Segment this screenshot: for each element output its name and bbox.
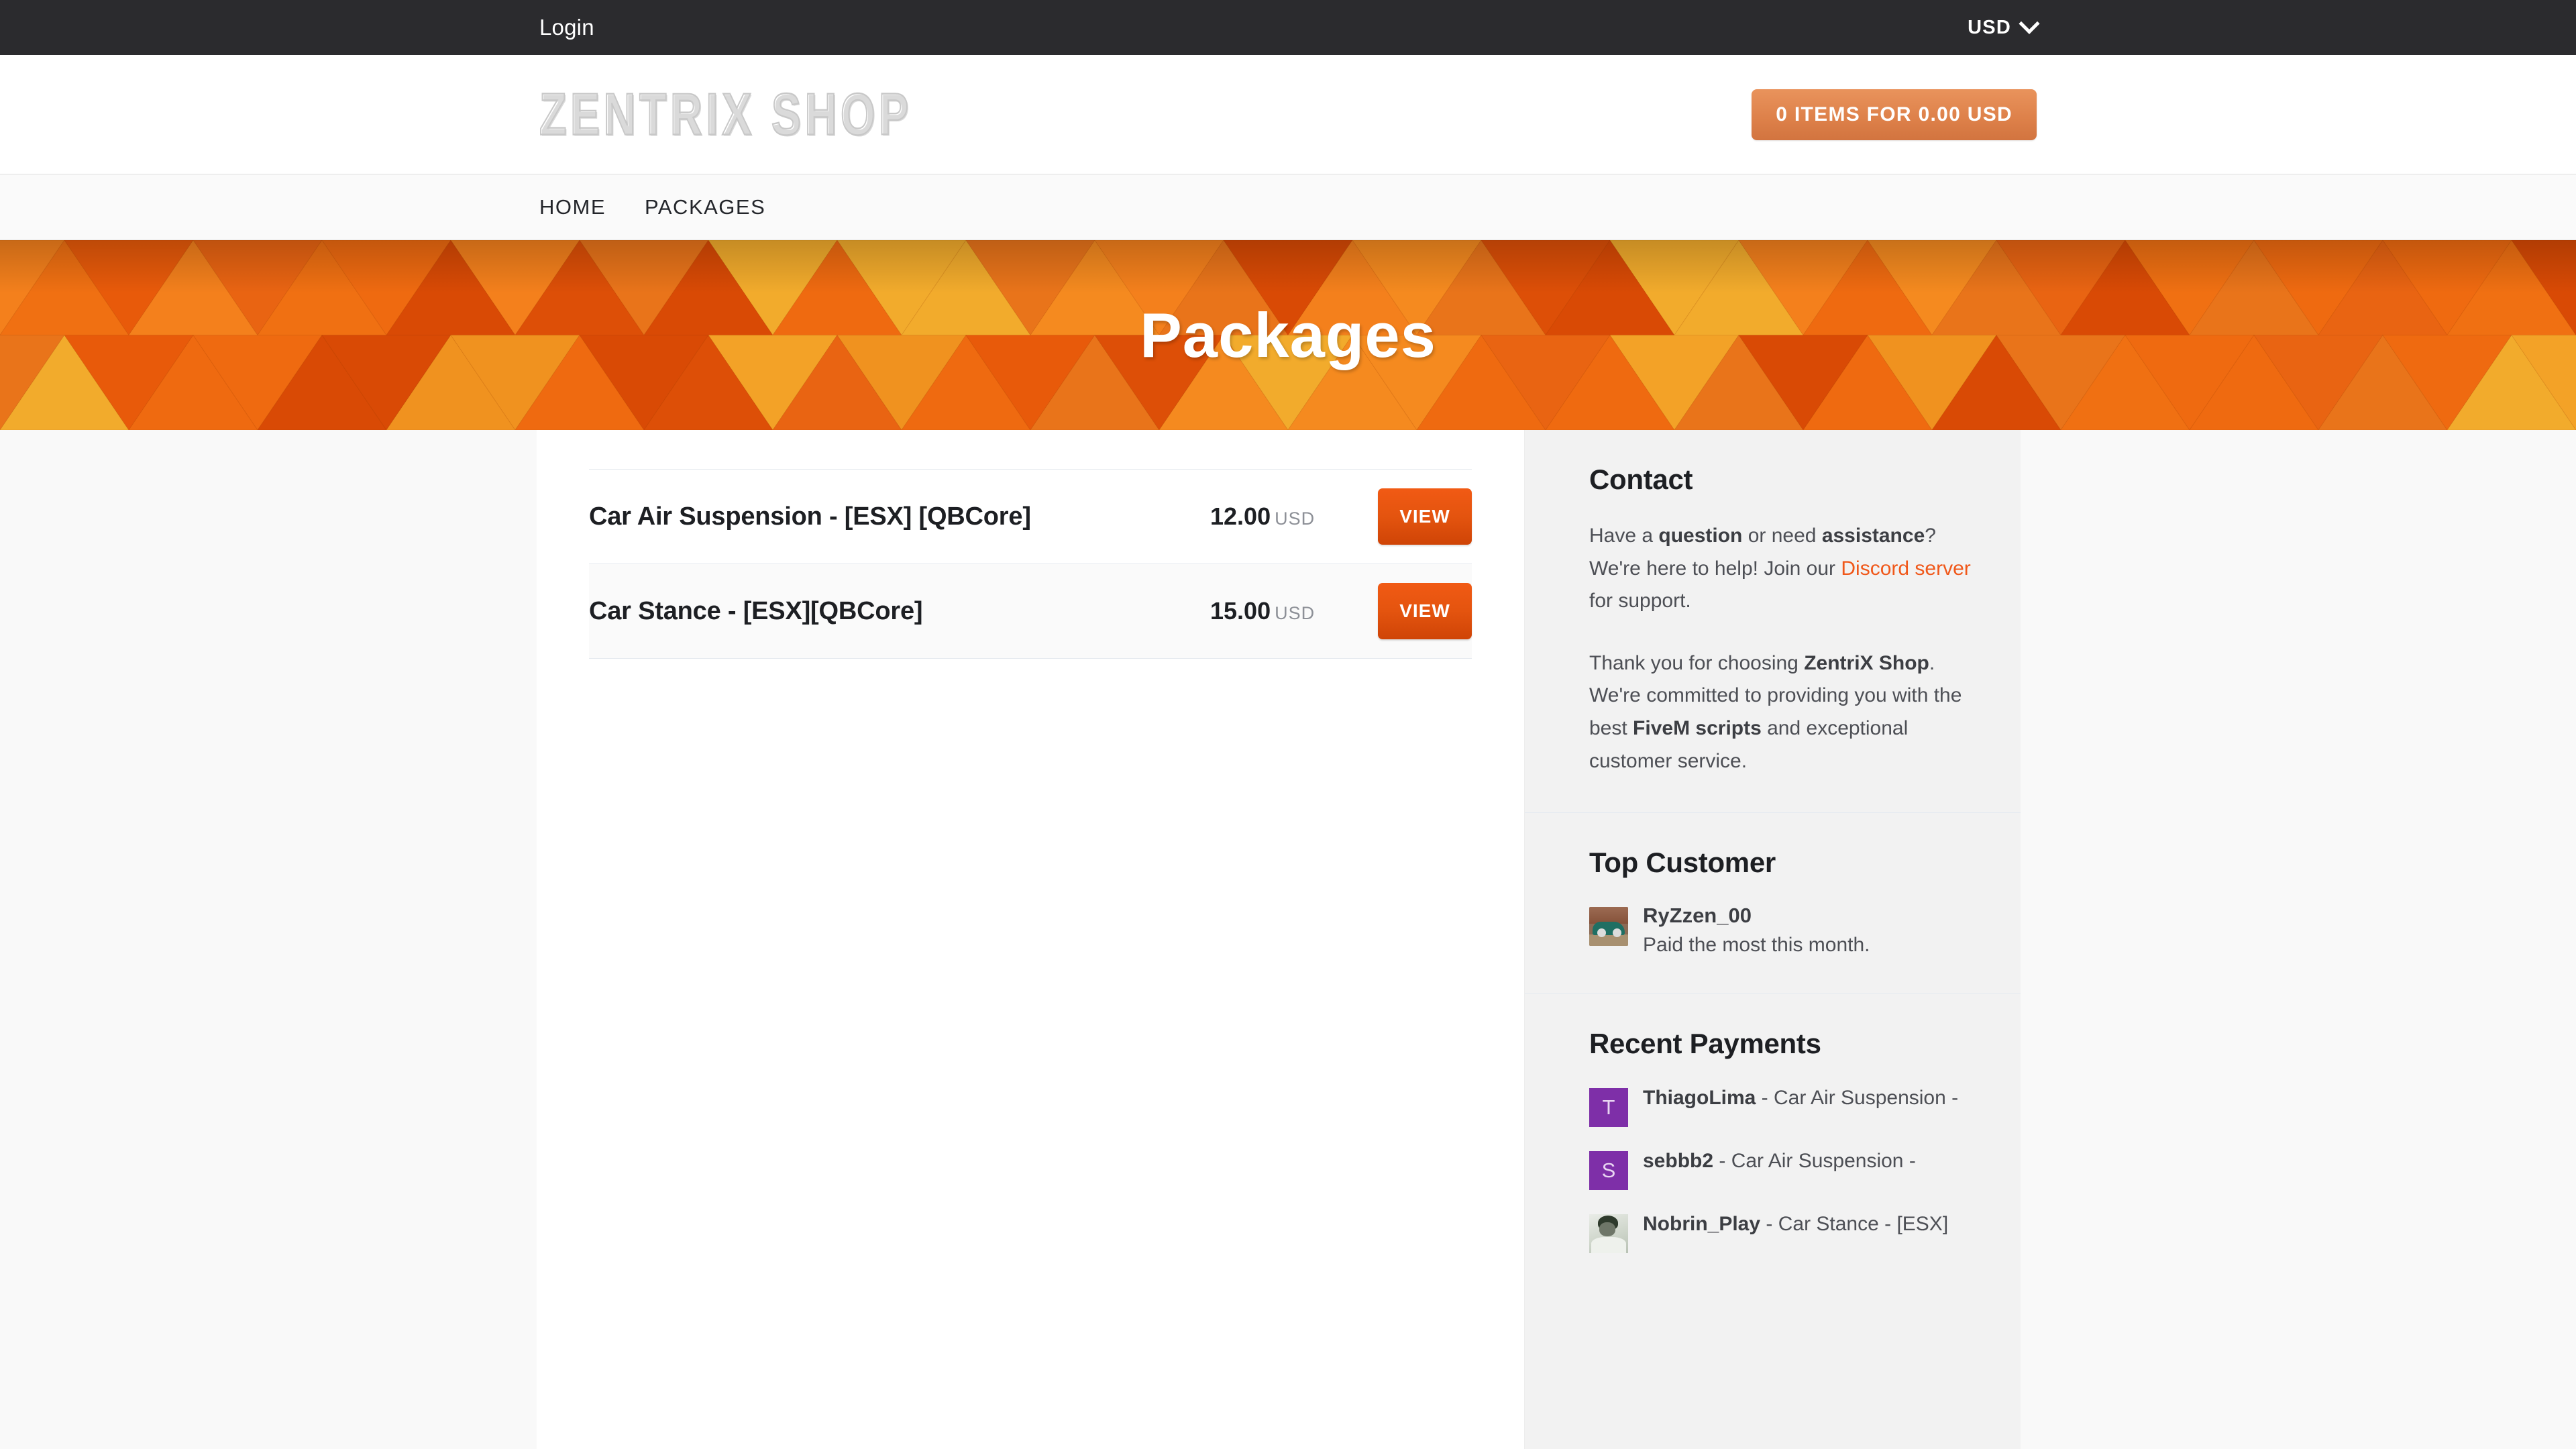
payment-description: Nobrin_Play - Car Stance - [ESX] — [1643, 1210, 1948, 1238]
currency-selector-label: USD — [1968, 16, 2011, 38]
top-customer-subtitle: Paid the most this month. — [1643, 933, 1870, 956]
payment-description: ThiagoLima - Car Air Suspension - — [1643, 1084, 1958, 1112]
payment-item-name: - Car Stance - [ESX] — [1760, 1213, 1949, 1236]
package-price: 15.00 USD — [1210, 597, 1378, 625]
nav-item-packages[interactable]: PACKAGES — [645, 195, 765, 219]
payment-avatar-initial-icon: S — [1589, 1151, 1628, 1191]
package-price-value: 12.00 — [1210, 502, 1271, 530]
package-price-currency: USD — [1275, 603, 1316, 623]
table-row[interactable]: Car Air Suspension - [ESX] [QBCore] 12.0… — [589, 470, 1472, 564]
avatar-body — [1591, 1237, 1626, 1254]
nav-item-home[interactable]: HOME — [539, 195, 606, 219]
view-button[interactable]: VIEW — [1378, 488, 1472, 545]
payment-user-name: Nobrin_Play — [1643, 1213, 1761, 1236]
main-navigation-inner: HOME PACKAGES — [537, 195, 2039, 219]
contact-heading: Contact — [1589, 464, 1693, 495]
chevron-down-icon — [2019, 13, 2040, 34]
avatar-wheel — [1597, 928, 1606, 938]
main-content: Car Air Suspension - [ESX] [QBCore] 12.0… — [537, 430, 1524, 1449]
top-customer-info: RyZzen_00 Paid the most this month. — [1643, 903, 1870, 959]
page-body: Car Air Suspension - [ESX] [QBCore] 12.0… — [0, 430, 2576, 1449]
sidebar-section-recent-payments: Recent Payments T ThiagoLima - Car Air S… — [1525, 994, 2021, 1288]
contact-paragraph-1: Have a question or need assistance? We'r… — [1589, 520, 1972, 618]
avatar-face — [1599, 1222, 1616, 1236]
discord-server-link[interactable]: Discord server — [1841, 557, 1970, 580]
list-item: S sebbb2 - Car Air Suspension - — [1589, 1147, 1972, 1191]
payment-avatar-photo-icon — [1589, 1214, 1628, 1254]
avatar-ground — [1589, 934, 1628, 947]
top-customer-row: RyZzen_00 Paid the most this month. — [1589, 903, 1972, 959]
contact-bold-question: question — [1658, 525, 1743, 547]
top-utility-bar: Login USD — [0, 0, 2576, 55]
currency-selector[interactable]: USD — [1968, 13, 2040, 39]
list-item: Nobrin_Play - Car Stance - [ESX] — [1589, 1210, 1972, 1254]
list-item: T ThiagoLima - Car Air Suspension - — [1589, 1084, 1972, 1128]
contact-text: for support. — [1589, 590, 1691, 612]
cart-button[interactable]: 0 ITEMS FOR 0.00 USD — [1752, 89, 2037, 140]
login-link[interactable]: Login — [539, 15, 594, 40]
hero-banner: Packages — [0, 240, 2576, 430]
customer-avatar-photo-icon — [1589, 907, 1628, 947]
contact-bold-brand: ZentriX Shop — [1804, 651, 1929, 674]
view-button[interactable]: VIEW — [1378, 583, 1472, 639]
table-row[interactable]: Car Stance - [ESX][QBCore] 15.00 USD VIEW — [589, 564, 1472, 659]
payment-item-name: - Car Air Suspension - — [1756, 1087, 1959, 1110]
recent-payments-heading: Recent Payments — [1589, 1028, 1821, 1060]
payment-avatar-initial-icon: T — [1589, 1088, 1628, 1128]
site-logo[interactable]: ZENTRIX SHOP — [539, 80, 912, 148]
payment-item-name: - Car Air Suspension - — [1713, 1150, 1916, 1173]
sidebar: Contact Have a question or need assistan… — [1524, 430, 2021, 1449]
contact-bold-assistance: assistance — [1821, 525, 1925, 547]
top-customer-heading: Top Customer — [1589, 847, 1776, 879]
contact-text: Thank you for choosing — [1589, 651, 1805, 674]
sidebar-section-contact: Contact Have a question or need assistan… — [1525, 430, 2021, 812]
package-name: Car Air Suspension - [ESX] [QBCore] — [589, 502, 1031, 531]
site-header: ZENTRIX SHOP 0 ITEMS FOR 0.00 USD — [0, 55, 2576, 174]
contact-text: or need — [1742, 525, 1822, 547]
top-customer-name: RyZzen_00 — [1643, 904, 1752, 928]
payment-user-name: sebbb2 — [1643, 1150, 1714, 1173]
package-price-currency: USD — [1275, 508, 1316, 529]
contact-paragraph-2: Thank you for choosing ZentriX Shop. We'… — [1589, 647, 1972, 777]
site-header-inner: ZENTRIX SHOP 0 ITEMS FOR 0.00 USD — [537, 80, 2039, 148]
payment-description: sebbb2 - Car Air Suspension - — [1643, 1147, 1916, 1175]
top-utility-bar-inner: Login USD — [537, 13, 2040, 40]
page-container: Car Air Suspension - [ESX] [QBCore] 12.0… — [537, 430, 2039, 1449]
page-title: Packages — [1140, 299, 1436, 370]
right-gutter — [2021, 430, 2039, 1449]
avatar-bg — [1589, 907, 1628, 924]
contact-bold-fivem: FiveM scripts — [1633, 716, 1762, 739]
contact-text: Have a — [1589, 525, 1659, 547]
avatar-wheel — [1612, 928, 1621, 938]
sidebar-section-top-customer: Top Customer RyZzen_00 Paid the most thi… — [1525, 812, 2021, 994]
payment-user-name: ThiagoLima — [1643, 1087, 1756, 1110]
package-price-value: 15.00 — [1210, 597, 1271, 625]
main-navigation: HOME PACKAGES — [0, 174, 2576, 240]
package-name: Car Stance - [ESX][QBCore] — [589, 596, 923, 625]
package-price: 12.00 USD — [1210, 502, 1378, 531]
package-list: Car Air Suspension - [ESX] [QBCore] 12.0… — [589, 469, 1472, 659]
